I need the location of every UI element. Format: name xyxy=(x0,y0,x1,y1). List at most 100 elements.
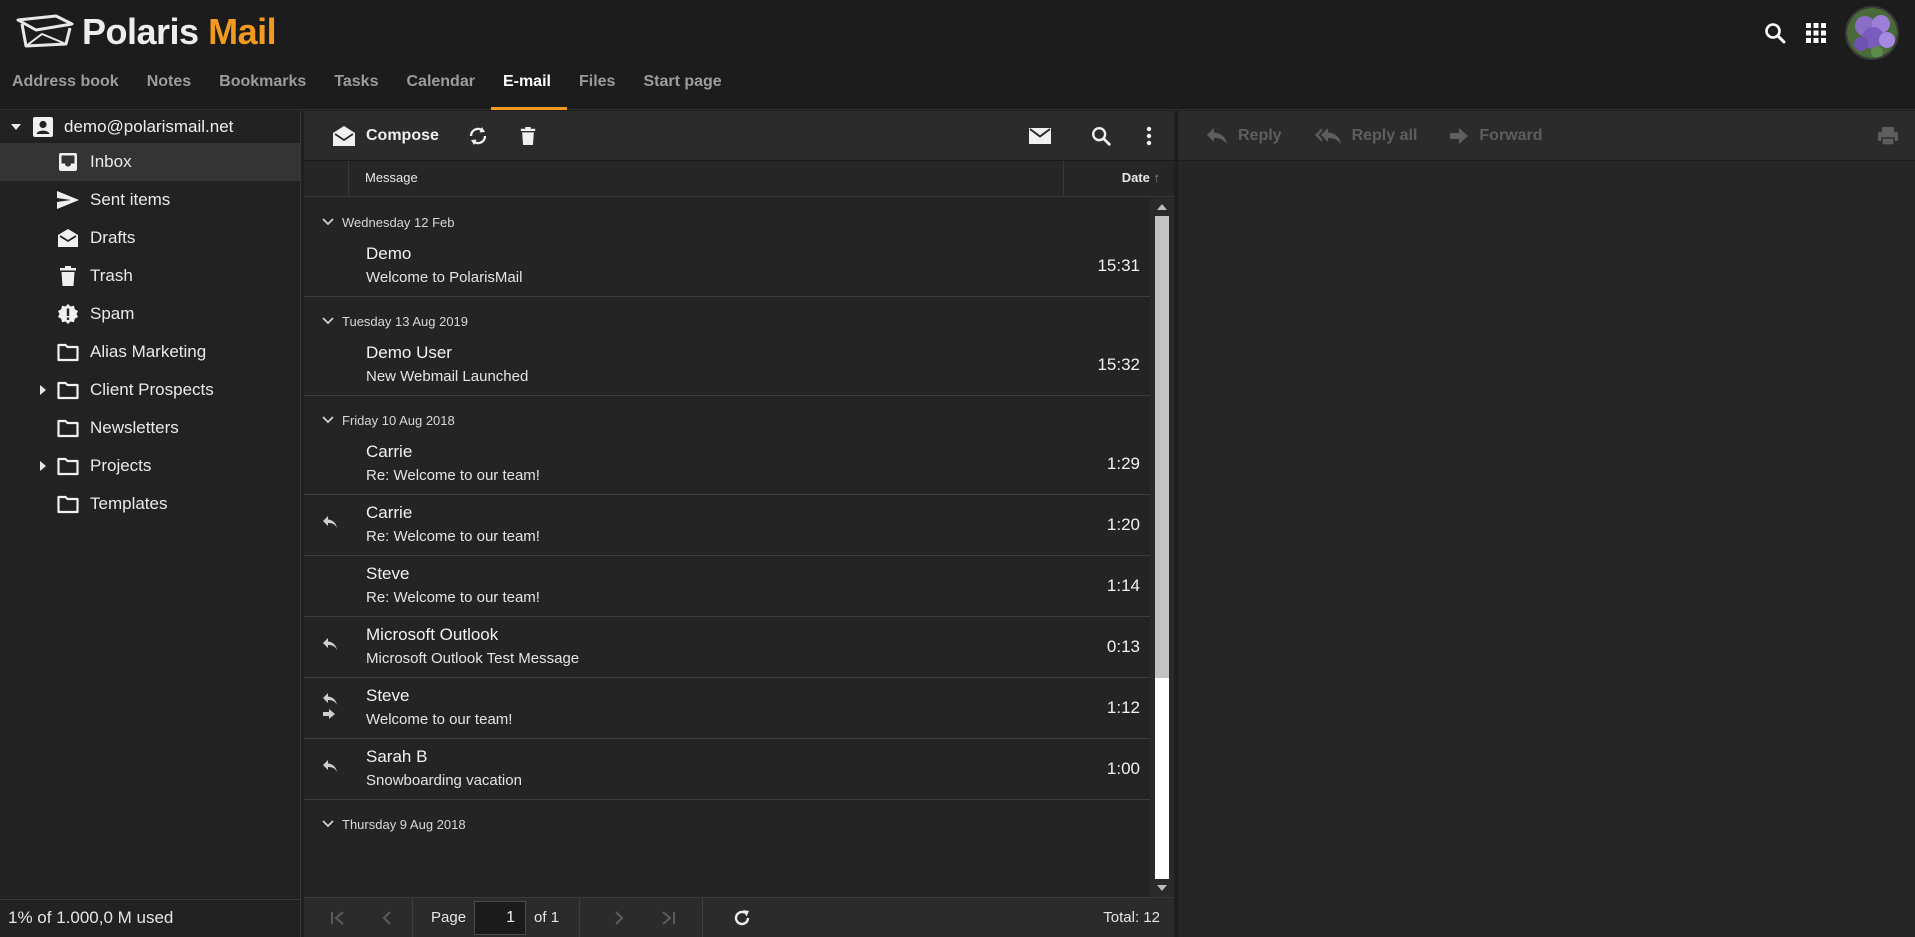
trash-icon xyxy=(56,265,80,287)
folder-trash[interactable]: Trash xyxy=(0,257,300,295)
last-page-button[interactable] xyxy=(644,898,694,937)
tab-files[interactable]: Files xyxy=(567,62,631,110)
tab-bookmarks[interactable]: Bookmarks xyxy=(207,62,322,110)
message-sender: Carrie xyxy=(366,503,413,522)
status-column-header[interactable] xyxy=(304,161,349,196)
app-logo[interactable]: Polaris Mail xyxy=(16,10,277,54)
search-mail-button[interactable] xyxy=(1072,111,1130,161)
tab-notes[interactable]: Notes xyxy=(135,62,207,110)
reply-all-icon xyxy=(1314,127,1342,145)
message-time: 1:00 xyxy=(1106,759,1140,778)
message-row[interactable]: Demo Welcome to PolarisMail 15:31 xyxy=(304,236,1150,297)
chevron-left-icon xyxy=(381,910,393,926)
refresh-button[interactable] xyxy=(449,111,499,161)
message-row[interactable]: Sarah B Snowboarding vacation 1:00 xyxy=(304,739,1150,800)
total-count: Total: 12 xyxy=(1103,909,1160,926)
mark-read-button[interactable] xyxy=(1008,111,1072,161)
tab-calendar[interactable]: Calendar xyxy=(394,62,490,110)
more-vertical-icon xyxy=(1146,126,1152,146)
scroll-thumb[interactable] xyxy=(1155,216,1169,678)
reply-all-button[interactable]: Reply all xyxy=(1314,127,1417,145)
replied-icon xyxy=(322,759,340,773)
print-button[interactable] xyxy=(1877,126,1899,146)
search-icon[interactable] xyxy=(1763,21,1787,45)
tab-email[interactable]: E-mail xyxy=(490,62,567,110)
more-options-button[interactable] xyxy=(1130,111,1174,161)
list-toolbar: Compose xyxy=(304,111,1174,161)
caret-down-icon[interactable] xyxy=(10,121,22,133)
reload-list-button[interactable] xyxy=(717,898,767,937)
message-subject: Re: Welcome to our team! xyxy=(366,589,540,606)
folder-sent-items[interactable]: Sent items xyxy=(0,181,300,219)
apps-grid-icon[interactable] xyxy=(1805,22,1827,44)
folder-alias-marketing[interactable]: Alias Marketing xyxy=(0,333,300,371)
tab-start-page[interactable]: Start page xyxy=(631,62,737,110)
scroll-down-icon[interactable] xyxy=(1156,882,1168,894)
tab-tasks[interactable]: Tasks xyxy=(322,62,394,110)
send-icon xyxy=(56,189,80,211)
folder-label: Client Prospects xyxy=(90,380,214,399)
message-time: 15:31 xyxy=(1097,256,1140,275)
message-sender: Carrie xyxy=(366,442,413,461)
message-row[interactable]: Carrie Re: Welcome to our team! 1:20 xyxy=(304,495,1150,556)
tab-address-book[interactable]: Address book xyxy=(0,62,135,110)
folder-templates[interactable]: Templates xyxy=(0,485,300,523)
message-row[interactable]: Microsoft Outlook Microsoft Outlook Test… xyxy=(304,617,1150,678)
chevron-down-icon[interactable] xyxy=(322,820,334,828)
chevron-down-icon[interactable] xyxy=(322,416,334,424)
reply-label: Reply xyxy=(1238,126,1282,144)
folder-label: Sent items xyxy=(90,190,171,209)
folder-spam[interactable]: Spam xyxy=(0,295,300,333)
folder-drafts[interactable]: Drafts xyxy=(0,219,300,257)
caret-right-icon[interactable] xyxy=(36,460,50,472)
reading-pane: Reply Reply all Forward xyxy=(1177,111,1915,937)
forward-button[interactable]: Forward xyxy=(1449,127,1543,145)
folder-icon xyxy=(56,456,80,476)
folder-label: Spam xyxy=(90,304,135,323)
inbox-icon xyxy=(56,151,80,173)
date-column-label: Date xyxy=(1121,170,1150,185)
forward-icon xyxy=(1449,127,1469,145)
date-group-header[interactable]: Friday 10 Aug 2018 xyxy=(304,396,1150,434)
compose-button[interactable]: Compose xyxy=(304,111,449,161)
message-row[interactable]: Demo User New Webmail Launched 15:32 xyxy=(304,335,1150,396)
message-time: 1:20 xyxy=(1106,515,1140,534)
caret-right-icon[interactable] xyxy=(36,384,50,396)
chevron-right-icon xyxy=(613,910,625,926)
message-row[interactable]: Steve Welcome to our team! 1:12 xyxy=(304,678,1150,739)
first-page-button[interactable] xyxy=(312,898,362,937)
avatar[interactable] xyxy=(1845,6,1899,60)
account-row[interactable]: demo@polarismail.net xyxy=(0,111,300,143)
message-row[interactable]: Carrie Re: Welcome to our team! 1:29 xyxy=(304,434,1150,495)
chevron-down-icon[interactable] xyxy=(322,218,334,226)
message-list-pane: Compose Message Date ↑ Wednesday 12 Feb … xyxy=(304,111,1174,937)
folder-inbox[interactable]: Inbox xyxy=(0,143,300,181)
scroll-up-icon[interactable] xyxy=(1156,201,1168,213)
account-icon xyxy=(32,116,54,138)
list-scrollbar[interactable] xyxy=(1150,198,1174,897)
drafts-icon xyxy=(56,227,80,249)
folder-label: Templates xyxy=(90,494,168,513)
date-column-header[interactable]: Date ↑ xyxy=(1064,161,1174,196)
message-rows: Wednesday 12 Feb Demo Welcome to Polaris… xyxy=(304,198,1150,897)
message-time: 15:32 xyxy=(1097,355,1140,374)
message-subject: Microsoft Outlook Test Message xyxy=(366,650,580,667)
folder-projects[interactable]: Projects xyxy=(0,447,300,485)
message-column-header[interactable]: Message xyxy=(349,161,1064,196)
delete-button[interactable] xyxy=(499,111,547,161)
replied-forwarded-icon xyxy=(322,692,340,722)
date-group-header[interactable]: Tuesday 13 Aug 2019 xyxy=(304,297,1150,335)
storage-quota: 1% of 1.000,0 M used xyxy=(0,899,301,937)
chevron-down-icon[interactable] xyxy=(322,317,334,325)
folder-sidebar: demo@polarismail.net Inbox Sent items Dr… xyxy=(0,111,301,937)
folder-client-prospects[interactable]: Client Prospects xyxy=(0,371,300,409)
previous-page-button[interactable] xyxy=(362,898,412,937)
folder-label: Newsletters xyxy=(90,418,179,437)
reply-button[interactable]: Reply xyxy=(1206,127,1282,145)
page-number-input[interactable] xyxy=(474,900,527,935)
date-group-header[interactable]: Thursday 9 Aug 2018 xyxy=(304,800,1150,838)
date-group-header[interactable]: Wednesday 12 Feb xyxy=(304,198,1150,236)
next-page-button[interactable] xyxy=(594,898,644,937)
message-row[interactable]: Steve Re: Welcome to our team! 1:14 xyxy=(304,556,1150,617)
folder-newsletters[interactable]: Newsletters xyxy=(0,409,300,447)
